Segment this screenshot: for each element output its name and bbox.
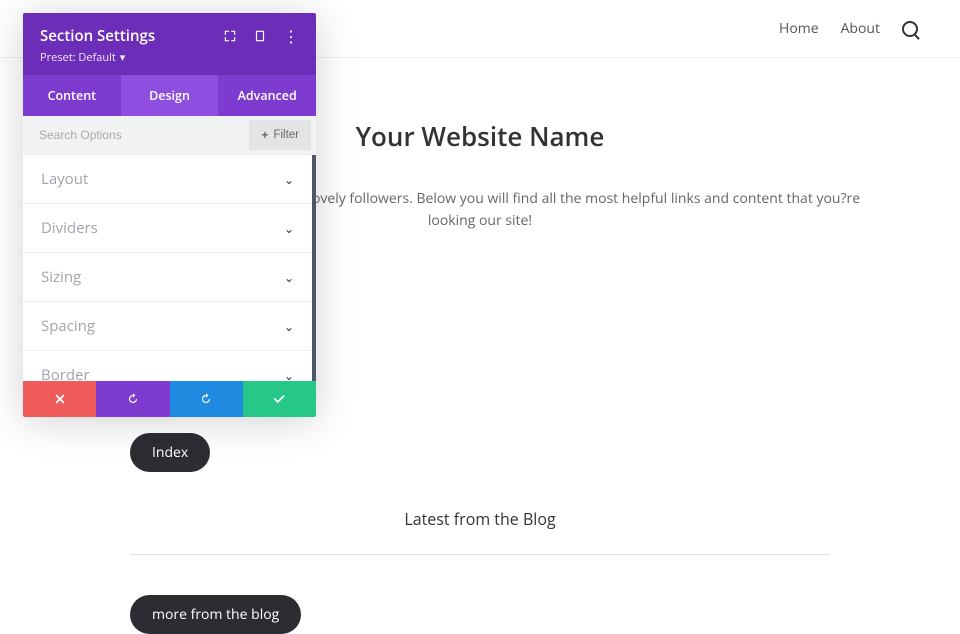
- panel-title: Section Settings: [40, 26, 155, 46]
- plus-icon: +: [261, 128, 268, 142]
- preset-label-text: Preset: Default: [40, 50, 116, 65]
- panel-tabs: Content Design Advanced: [23, 75, 316, 116]
- chevron-down-icon: ⌄: [284, 171, 294, 188]
- undo-icon: [126, 392, 140, 406]
- nav-link-about[interactable]: About: [841, 19, 880, 38]
- option-spacing[interactable]: Spacing ⌄: [23, 302, 312, 351]
- option-sizing[interactable]: Sizing ⌄: [23, 253, 312, 302]
- undo-button[interactable]: [96, 381, 169, 417]
- nav-link-home[interactable]: Home: [779, 19, 819, 38]
- redo-icon: [199, 392, 213, 406]
- tab-content[interactable]: Content: [23, 75, 121, 116]
- divider: [130, 554, 830, 555]
- option-layout[interactable]: Layout ⌄: [23, 155, 312, 204]
- more-menu-icon[interactable]: ⋮: [283, 28, 299, 44]
- search-input[interactable]: [23, 116, 244, 154]
- chevron-down-icon: ⌄: [284, 318, 294, 335]
- caret-down-icon: ▾: [120, 50, 126, 65]
- check-icon: [272, 392, 286, 406]
- search-row: + Filter: [23, 116, 316, 155]
- option-label: Sizing: [41, 267, 81, 287]
- filter-button[interactable]: + Filter: [249, 120, 311, 150]
- option-dividers[interactable]: Dividers ⌄: [23, 204, 312, 253]
- option-label: Spacing: [41, 316, 95, 336]
- tab-design[interactable]: Design: [121, 75, 219, 116]
- panel-header: Section Settings Preset: Default ▾ ⋮: [23, 13, 316, 75]
- redo-button[interactable]: [170, 381, 243, 417]
- option-label: Layout: [41, 169, 88, 189]
- blog-heading: Latest from the Blog: [40, 508, 920, 530]
- tab-advanced[interactable]: Advanced: [218, 75, 316, 116]
- filter-label: Filter: [273, 129, 299, 141]
- more-from-blog-button[interactable]: more from the blog: [130, 595, 301, 634]
- options-list[interactable]: Layout ⌄ Dividers ⌄ Sizing ⌄ Spacing ⌄ B…: [23, 155, 316, 381]
- save-button[interactable]: [243, 381, 316, 417]
- chevron-down-icon: ⌄: [284, 269, 294, 286]
- close-icon: [53, 392, 67, 406]
- settings-panel: Section Settings Preset: Default ▾ ⋮ Con…: [23, 13, 316, 417]
- chevron-down-icon: ⌄: [284, 367, 294, 382]
- panel-footer: [23, 381, 316, 417]
- device-preview-icon[interactable]: [253, 29, 267, 43]
- expand-icon[interactable]: [223, 29, 237, 43]
- cancel-button[interactable]: [23, 381, 96, 417]
- preset-selector[interactable]: Preset: Default ▾: [40, 50, 155, 65]
- index-button[interactable]: Index: [130, 433, 210, 472]
- option-label: Border: [41, 365, 90, 381]
- search-icon[interactable]: [902, 21, 918, 37]
- chevron-down-icon: ⌄: [284, 220, 294, 237]
- option-label: Dividers: [41, 218, 98, 238]
- option-border[interactable]: Border ⌄: [23, 351, 312, 381]
